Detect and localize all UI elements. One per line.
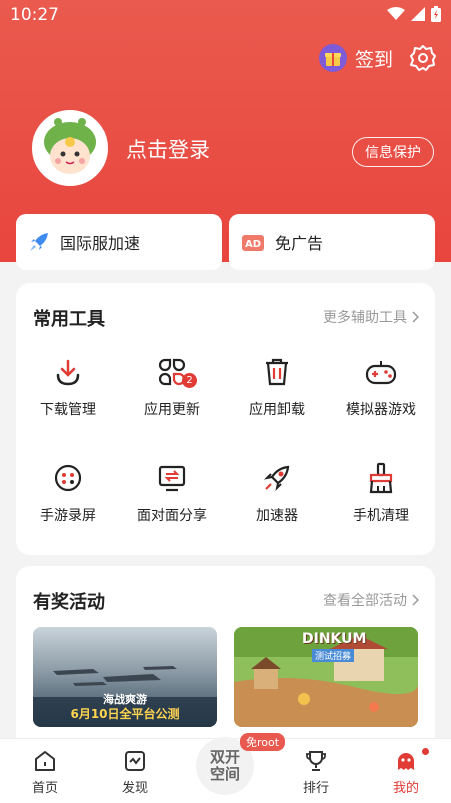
chevron-right-icon (412, 594, 419, 606)
status-icons (387, 6, 441, 22)
chevron-right-icon (412, 311, 419, 323)
signin-button[interactable]: 签到 (318, 44, 393, 72)
tool-label: 面对面分享 (137, 508, 207, 524)
status-time: 10:27 (10, 5, 59, 25)
more-tools-link[interactable]: 更多辅助工具 (323, 307, 419, 327)
tool-label: 加速器 (256, 508, 298, 524)
tool-label: 应用卸载 (249, 402, 305, 418)
nav-home[interactable]: 首页 (15, 749, 75, 796)
nav-ranking-label: 排行 (302, 781, 329, 796)
nav-discover[interactable]: 发现 (105, 749, 165, 796)
signin-label: 签到 (354, 48, 393, 71)
trophy-icon (306, 751, 326, 771)
tool-label: 手游录屏 (40, 508, 96, 524)
gift-icon (318, 44, 347, 72)
tools-title: 常用工具 (33, 309, 105, 330)
event-banner-naval[interactable]: 海战爽游 6月10日全平台公测 (33, 627, 217, 727)
all-events-label: 查看全部活动 (323, 593, 407, 609)
home-icon (35, 751, 55, 771)
svg-text:AD: AD (245, 239, 261, 250)
nav-ranking[interactable]: 排行 (286, 749, 346, 796)
no-root-badge: 免root (240, 733, 286, 751)
tools-panel: 常用工具 更多辅助工具 下载管理 2 应用更新 应用卸载 模拟器游戏 手游录屏 … (16, 283, 435, 555)
status-bar: 10:27 (0, 0, 451, 32)
dual-space-line1: 双开 (209, 748, 240, 766)
rocket-icon (263, 465, 290, 492)
more-tools-label: 更多辅助工具 (323, 310, 407, 326)
record-icon (54, 464, 82, 492)
nav-discover-label: 发现 (121, 781, 148, 796)
notification-dot (422, 748, 429, 755)
naval-banner-line2: 6月10日全平台公测 (70, 707, 180, 721)
ad-icon: AD (242, 235, 264, 251)
tool-face-share[interactable]: 面对面分享 (120, 461, 224, 525)
trash-icon (266, 358, 288, 386)
intl-accelerate-label: 国际服加速 (60, 234, 141, 253)
event-banner-dinkum[interactable]: DINKUM 测试招募 (234, 627, 418, 727)
tool-uninstall[interactable]: 应用卸载 (225, 355, 329, 419)
tool-accelerator[interactable]: 加速器 (225, 461, 329, 525)
all-events-link[interactable]: 查看全部活动 (323, 590, 419, 610)
tool-emulator[interactable]: 模拟器游戏 (329, 355, 433, 419)
nav-mine[interactable]: 我的 (376, 749, 436, 796)
wifi-icon (387, 7, 405, 20)
battery-icon (431, 6, 441, 22)
download-icon (56, 359, 80, 386)
tool-label: 模拟器游戏 (346, 402, 416, 418)
no-ads-label: 免广告 (275, 234, 324, 253)
avatar-image (32, 110, 108, 186)
top-actions: 签到 (318, 44, 437, 72)
tool-screen-record[interactable]: 手游录屏 (16, 461, 120, 525)
privacy-button[interactable]: 信息保护 (352, 137, 434, 167)
login-link[interactable]: 点击登录 (126, 134, 210, 164)
share-icon (158, 465, 186, 492)
nav-home-label: 首页 (31, 781, 58, 796)
tool-label: 应用更新 (144, 402, 200, 418)
mine-icon (398, 753, 414, 770)
gamepad-icon (365, 361, 397, 385)
events-panel: 有奖活动 查看全部活动 海战爽游 6月10日全平台公测 DINKUM 测试招募 (16, 566, 435, 756)
dinkum-banner-subtitle: 测试招募 (312, 649, 355, 662)
rocket-icon (30, 233, 48, 251)
tool-download[interactable]: 下载管理 (16, 355, 120, 419)
gear-icon[interactable] (409, 44, 437, 72)
dinkum-banner-title: DINKUM (302, 631, 367, 647)
signal-icon (411, 7, 425, 21)
events-title: 有奖活动 (33, 592, 105, 613)
tool-label: 下载管理 (40, 402, 96, 418)
bottom-nav: 首页 发现 双开 空间 免root 排行 我的 (0, 733, 451, 803)
tool-cleanup[interactable]: 手机清理 (329, 461, 433, 525)
update-count-badge: 2 (182, 373, 197, 388)
discover-icon (125, 751, 145, 771)
tool-update[interactable]: 2 应用更新 (120, 355, 224, 419)
avatar[interactable] (32, 110, 108, 186)
tool-label: 手机清理 (353, 508, 409, 524)
broom-icon (369, 462, 393, 494)
no-ads-card[interactable]: AD 免广告 (229, 214, 435, 270)
nav-mine-label: 我的 (392, 781, 419, 796)
dual-space-line2: 空间 (209, 765, 240, 783)
intl-accelerate-card[interactable]: 国际服加速 (16, 214, 222, 270)
